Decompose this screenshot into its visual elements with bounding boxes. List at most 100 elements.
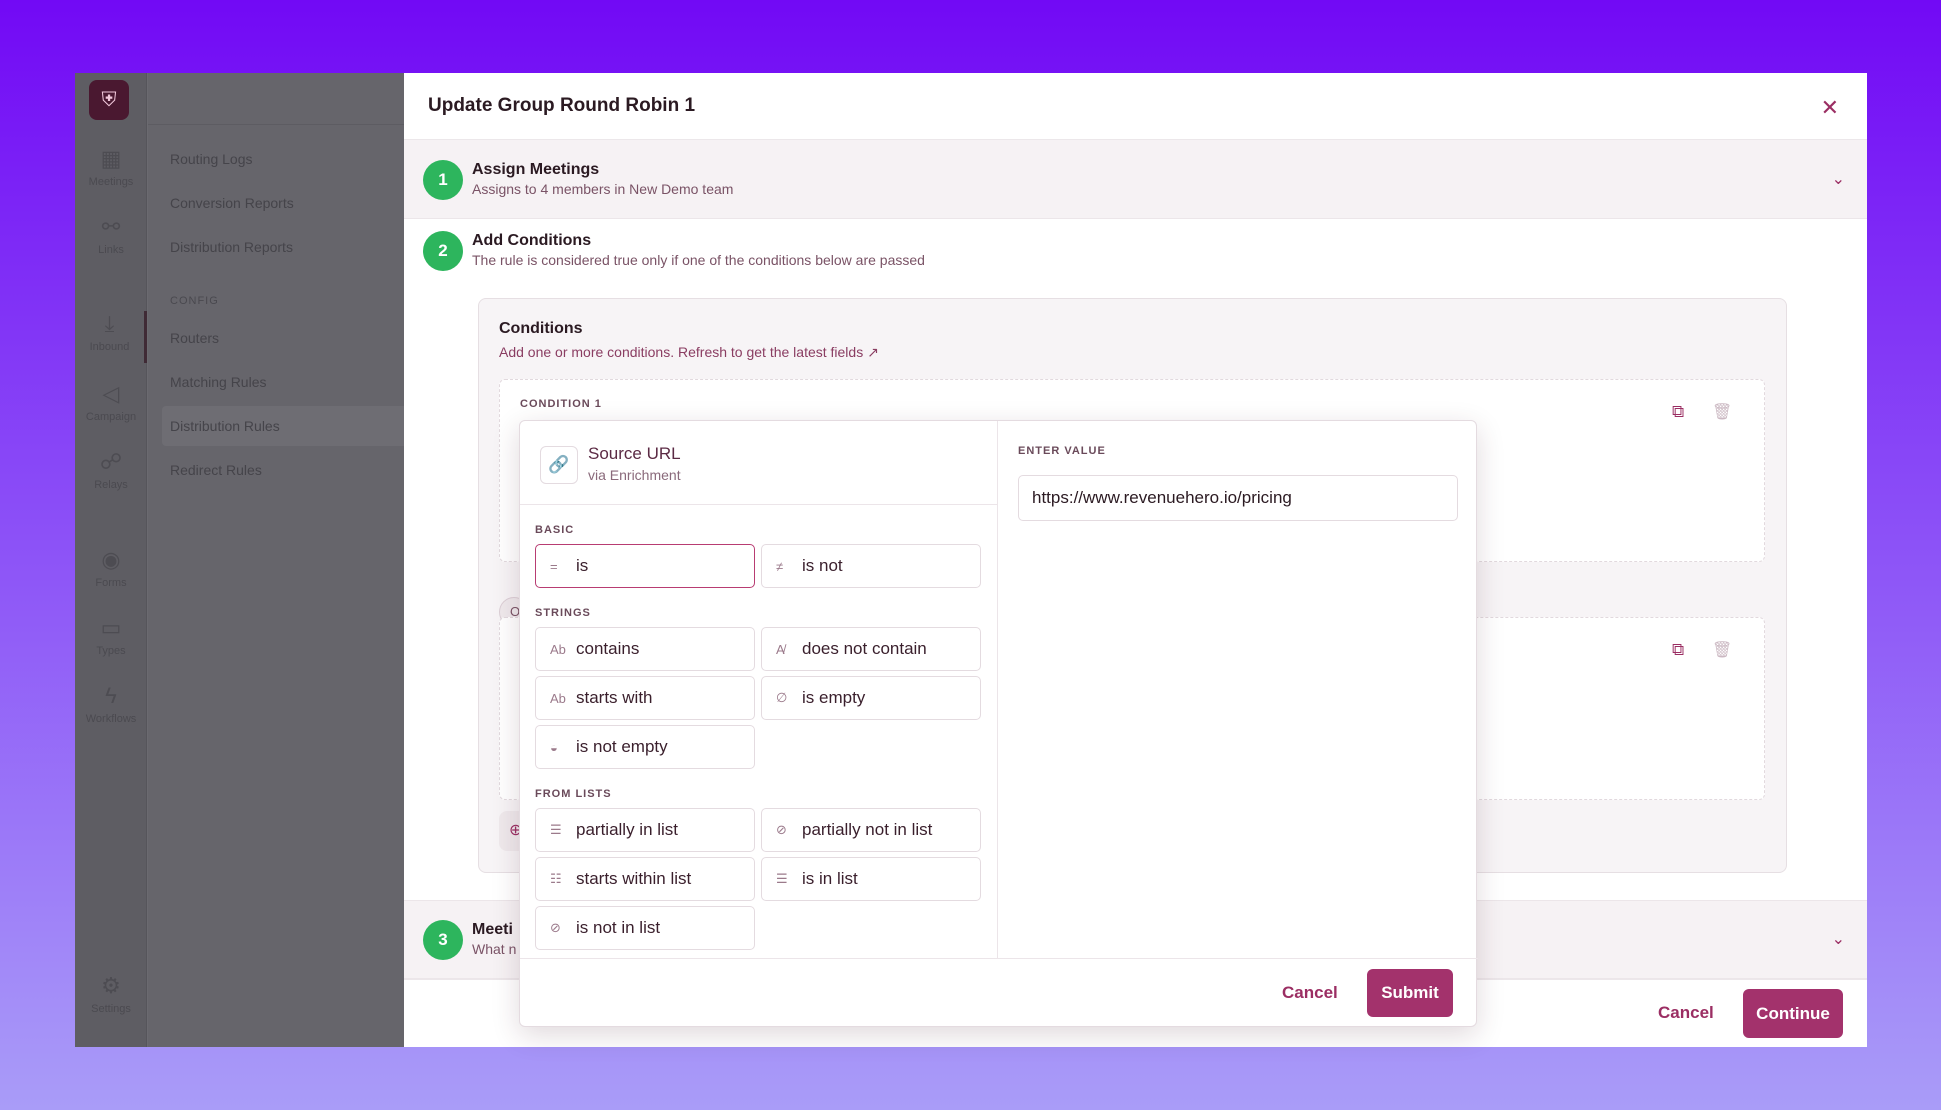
forms-icon: ◉ [101, 547, 121, 572]
sidebar-item-campaign[interactable]: ◁ Campaign [75, 381, 147, 423]
subnav-item-routers[interactable]: Routers [170, 330, 219, 346]
step-title: Assign Meetings [472, 161, 600, 178]
operator-label: starts within list [576, 869, 692, 888]
subnav-item-redirect-rules[interactable]: Redirect Rules [170, 462, 262, 478]
sidebar-item-label: Relays [94, 479, 128, 491]
operator-panel: 🔗 Source URL via Enrichment BASIC = is ≠… [520, 421, 998, 958]
field-source: via Enrichment [588, 467, 681, 483]
conditions-title: Conditions [499, 320, 583, 337]
group-label-strings: STRINGS [535, 607, 591, 619]
list-start-icon: ☷ [550, 871, 562, 886]
operator-is-not-empty[interactable]: ◒ is not empty [535, 725, 755, 769]
equals-icon: = [550, 558, 558, 574]
operator-label: partially not in list [802, 820, 933, 839]
trash-icon[interactable]: 🗑 [1712, 402, 1732, 422]
step-number-badge: 2 [423, 231, 463, 271]
operator-label: starts with [576, 688, 653, 707]
gear-icon: ⚙ [101, 973, 121, 998]
text-strike-icon: A̸ [776, 641, 785, 657]
trash-icon[interactable]: 🗑 [1712, 640, 1732, 660]
sidebar-item-settings[interactable]: ⚙ Settings [75, 973, 147, 1015]
operator-does-not-contain[interactable]: A̸ does not contain [761, 627, 981, 671]
refresh-fields-link[interactable]: Add one or more conditions. Refresh to g… [499, 344, 879, 361]
drawer-title: Update Group Round Robin 1 [428, 95, 696, 116]
sidebar-item-forms[interactable]: ◉ Forms [75, 547, 147, 589]
field-name: Source URL [588, 444, 681, 463]
operator-is-empty[interactable]: ∅ is empty [761, 676, 981, 720]
sidebar-item-label: Inbound [89, 341, 130, 353]
empty-set-icon: ∅ [776, 690, 788, 705]
subnav-item-matching-rules[interactable]: Matching Rules [170, 374, 267, 390]
operator-is[interactable]: = is [535, 544, 755, 588]
condition-label: CONDITION 1 [520, 398, 602, 410]
sidebar-item-types[interactable]: ▭ Types [75, 615, 147, 657]
continue-button[interactable]: Continue [1743, 989, 1843, 1038]
subnav-section-config: CONFIG [170, 295, 219, 307]
sidebar-item-label: Forms [95, 577, 127, 589]
operator-is-not[interactable]: ≠ is not [761, 544, 981, 588]
group-label-lists: FROM LISTS [535, 788, 612, 800]
step-title: Meeti [472, 921, 513, 938]
sidebar-item-links[interactable]: ⚯ Links [75, 214, 147, 256]
link-icon: ⚯ [101, 214, 121, 239]
operator-label: is not [802, 556, 843, 575]
operator-contains[interactable]: Ab contains [535, 627, 755, 671]
operator-label: is not empty [576, 737, 668, 756]
operator-label: contains [576, 639, 640, 658]
list-strike-icon: ⊘ [550, 920, 561, 935]
operator-is-in-list[interactable]: ☰ is in list [761, 857, 981, 901]
app-logo[interactable]: ⛨ [89, 80, 129, 120]
sidebar-item-label: Workflows [85, 713, 137, 725]
step-title: Add Conditions [472, 232, 592, 249]
sidebar-item-label: Links [98, 244, 124, 256]
duplicate-icon[interactable]: ⧉ [1672, 402, 1684, 422]
operator-label: does not contain [802, 639, 927, 658]
step-assign-meetings[interactable]: 1 Assign Meetings Assigns to 4 members i… [404, 140, 1867, 219]
operator-is-not-in-list[interactable]: ⊘ is not in list [535, 906, 755, 950]
sidebar-item-label: Settings [91, 1003, 131, 1015]
sidebar-item-label: Campaign [85, 411, 137, 423]
duplicate-icon[interactable]: ⧉ [1672, 640, 1684, 660]
step-subtitle: Assigns to 4 members in New Demo team [472, 181, 734, 197]
subnav-item-conversion-reports[interactable]: Conversion Reports [170, 195, 294, 211]
value-input[interactable] [1018, 475, 1458, 521]
sidebar-item-relays[interactable]: ☍ Relays [75, 449, 147, 491]
chevron-down-icon[interactable]: ⌄ [1832, 169, 1845, 189]
list-strike-icon: ⊘ [776, 822, 787, 837]
relay-icon: ☍ [99, 449, 123, 474]
operator-partially-in-list[interactable]: ☰ partially in list [535, 808, 755, 852]
sidebar-item-workflows[interactable]: ϟ Workflows [75, 683, 147, 725]
half-circle-icon: ◒ [550, 739, 558, 755]
megaphone-icon: ◁ [102, 381, 120, 406]
cancel-button[interactable]: Cancel [1658, 1003, 1714, 1023]
operator-label: is [576, 556, 589, 575]
calendar-icon: ▦ [100, 146, 122, 171]
condition-editor-popover: 🔗 Source URL via Enrichment BASIC = is ≠… [519, 420, 1478, 1027]
sidebar-item-inbound[interactable]: ⤓ Inbound [75, 311, 147, 363]
step-number-badge: 1 [423, 160, 463, 200]
operator-starts-within-list[interactable]: ☷ starts within list [535, 857, 755, 901]
app-sidebar: ⛨ ▦ Meetings ⚯ Links ⤓ Inbound ◁ Campaig… [75, 73, 147, 1047]
not-equals-icon: ≠ [776, 558, 784, 574]
close-icon[interactable]: ✕ [1821, 95, 1839, 121]
operator-starts-with[interactable]: Ab starts with [535, 676, 755, 720]
subnav-item-distribution-rules[interactable]: Distribution Rules [170, 418, 280, 434]
subnav-item-routing-logs[interactable]: Routing Logs [170, 151, 253, 167]
group-label-basic: BASIC [535, 524, 575, 536]
sidebar-item-label: Meetings [88, 176, 134, 188]
submit-button[interactable]: Submit [1367, 969, 1453, 1017]
popover-cancel-button[interactable]: Cancel [1282, 983, 1338, 1003]
value-panel: ENTER VALUE [998, 421, 1478, 958]
operator-label: is empty [802, 688, 866, 707]
link-icon: 🔗 [540, 446, 578, 484]
field-header: 🔗 Source URL via Enrichment [520, 421, 998, 505]
enter-value-label: ENTER VALUE [1018, 445, 1106, 457]
bolt-icon: ϟ [105, 683, 117, 708]
list-icon: ☰ [550, 822, 562, 837]
inbound-icon: ⤓ [104, 311, 115, 336]
sidebar-item-meetings[interactable]: ▦ Meetings [75, 146, 147, 188]
operator-label: is not in list [576, 918, 661, 937]
subnav-item-distribution-reports[interactable]: Distribution Reports [170, 239, 293, 255]
operator-partially-not-in-list[interactable]: ⊘ partially not in list [761, 808, 981, 852]
chevron-down-icon[interactable]: ⌄ [1832, 929, 1845, 949]
